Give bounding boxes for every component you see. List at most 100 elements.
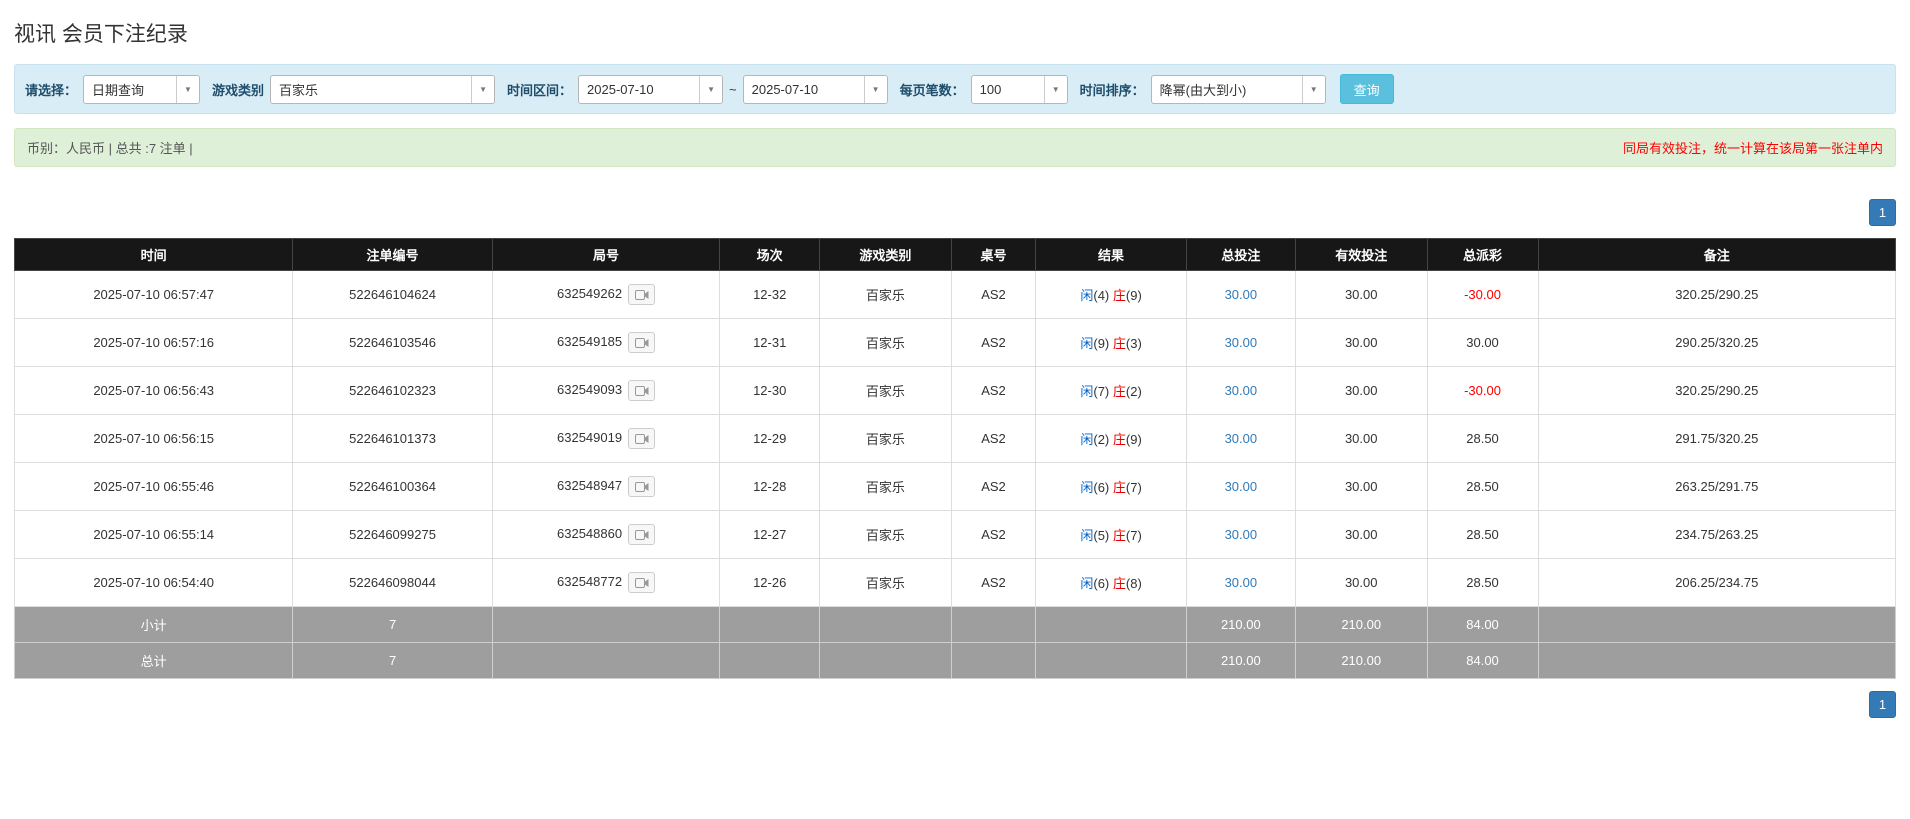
pagination-page-1[interactable]: 1 — [1869, 691, 1896, 718]
date-from-picker[interactable]: ▼ — [578, 75, 723, 104]
cell-session: 12-27 — [720, 511, 820, 559]
cell-game-type: 百家乐 — [820, 367, 952, 415]
chevron-down-icon[interactable]: ▼ — [1302, 76, 1325, 103]
cell-bet-id: 522646101373 — [293, 415, 492, 463]
column-header: 有效投注 — [1295, 239, 1427, 271]
cell-valid-bet: 30.00 — [1295, 415, 1427, 463]
cell-round-id: 632549185 — [492, 319, 720, 367]
total-bet-link[interactable]: 30.00 — [1225, 383, 1258, 398]
cell-total-bet: 30.00 — [1186, 511, 1295, 559]
filter-group-sort: 时间排序： ▼ — [1080, 75, 1326, 104]
cell-total-bet: 30.00 — [1186, 367, 1295, 415]
table-row: 2025-07-10 06:55:46522646100364632548947… — [15, 463, 1896, 511]
filter-bar: 请选择： ▼ 游戏类别 ▼ 时间区间： ▼ ~ ▼ — [14, 64, 1896, 114]
cell-time: 2025-07-10 06:55:14 — [15, 511, 293, 559]
video-icon — [635, 386, 649, 396]
column-header: 备注 — [1538, 239, 1895, 271]
page: 视讯 会员下注纪录 请选择： ▼ 游戏类别 ▼ 时间区间： ▼ ~ — [0, 0, 1910, 742]
total-bet-link[interactable]: 30.00 — [1225, 431, 1258, 446]
cell-table-no: AS2 — [951, 271, 1036, 319]
video-replay-button[interactable] — [628, 476, 655, 497]
result-player: 闲 — [1080, 576, 1093, 591]
game-type-label: 游戏类别 — [212, 80, 264, 99]
result-player-score: (5) — [1093, 528, 1109, 543]
video-replay-button[interactable] — [628, 572, 655, 593]
cell-valid-bet: 30.00 — [1295, 367, 1427, 415]
round-id: 632549185 — [557, 334, 622, 349]
query-type-input[interactable] — [84, 76, 176, 103]
total-bet-link[interactable]: 30.00 — [1225, 335, 1258, 350]
date-to-picker[interactable]: ▼ — [743, 75, 888, 104]
pagination-page-1[interactable]: 1 — [1869, 199, 1896, 226]
page-size-input[interactable] — [972, 76, 1044, 103]
subtotal-total-bet: 210.00 — [1186, 607, 1295, 643]
cell-game-type: 百家乐 — [820, 415, 952, 463]
cell-time: 2025-07-10 06:57:16 — [15, 319, 293, 367]
payout-value: 28.50 — [1466, 479, 1499, 494]
cell-payout: -30.00 — [1427, 367, 1538, 415]
sort-select[interactable]: ▼ — [1151, 75, 1326, 104]
chevron-down-icon[interactable]: ▼ — [471, 76, 494, 103]
search-button[interactable]: 查询 — [1340, 74, 1394, 104]
video-replay-button[interactable] — [628, 332, 655, 353]
table-body: 2025-07-10 06:57:47522646104624632549262… — [15, 271, 1896, 607]
chevron-down-icon[interactable]: ▼ — [176, 76, 199, 103]
video-replay-button[interactable] — [628, 524, 655, 545]
result-player-score: (2) — [1093, 432, 1109, 447]
result-banker: 庄 — [1113, 288, 1126, 303]
cell-round-id: 632548860 — [492, 511, 720, 559]
result-banker: 庄 — [1113, 432, 1126, 447]
cell-session: 12-31 — [720, 319, 820, 367]
total-bet-link[interactable]: 30.00 — [1225, 575, 1258, 590]
chevron-down-icon[interactable]: ▼ — [699, 76, 722, 103]
video-replay-button[interactable] — [628, 428, 655, 449]
cell-game-type: 百家乐 — [820, 559, 952, 607]
video-replay-button[interactable] — [628, 380, 655, 401]
total-bet-link[interactable]: 30.00 — [1225, 287, 1258, 302]
page-size-select[interactable]: ▼ — [971, 75, 1068, 104]
result-player-score: (6) — [1093, 576, 1109, 591]
game-type-select[interactable]: ▼ — [270, 75, 495, 104]
cell-result: 闲(6) 庄(7) — [1036, 463, 1186, 511]
cell-round-id: 632548947 — [492, 463, 720, 511]
video-icon — [635, 530, 649, 540]
result-player: 闲 — [1080, 336, 1093, 351]
cell-payout: 30.00 — [1427, 319, 1538, 367]
cell-table-no: AS2 — [951, 319, 1036, 367]
result-player-score: (6) — [1093, 480, 1109, 495]
result-player-score: (9) — [1093, 336, 1109, 351]
chevron-down-icon[interactable]: ▼ — [864, 76, 887, 103]
column-header: 游戏类别 — [820, 239, 952, 271]
total-bet-link[interactable]: 30.00 — [1225, 527, 1258, 542]
subtotal-row: 小计 7 210.00 210.00 84.00 — [15, 607, 1896, 643]
result-player: 闲 — [1080, 432, 1093, 447]
result-player: 闲 — [1080, 288, 1093, 303]
cell-round-id: 632549019 — [492, 415, 720, 463]
sort-input[interactable] — [1152, 76, 1302, 103]
cell-result: 闲(6) 庄(8) — [1036, 559, 1186, 607]
query-type-label: 请选择： — [25, 80, 77, 99]
video-icon — [635, 338, 649, 348]
round-id: 632548860 — [557, 526, 622, 541]
cell-total-bet: 30.00 — [1186, 319, 1295, 367]
table-row: 2025-07-10 06:55:14522646099275632548860… — [15, 511, 1896, 559]
pagination-top: 1 — [14, 199, 1896, 226]
query-type-select[interactable]: ▼ — [83, 75, 200, 104]
cell-note: 234.75/263.25 — [1538, 511, 1895, 559]
total-bet-link[interactable]: 30.00 — [1225, 479, 1258, 494]
column-header: 场次 — [720, 239, 820, 271]
cell-note: 290.25/320.25 — [1538, 319, 1895, 367]
round-id: 632549093 — [557, 382, 622, 397]
cell-game-type: 百家乐 — [820, 463, 952, 511]
game-type-input[interactable] — [271, 76, 471, 103]
video-replay-button[interactable] — [628, 284, 655, 305]
filter-group-game-type: 游戏类别 ▼ — [212, 75, 495, 104]
chevron-down-icon[interactable]: ▼ — [1044, 76, 1067, 103]
cell-time: 2025-07-10 06:56:15 — [15, 415, 293, 463]
round-id: 632549019 — [557, 430, 622, 445]
date-to-input[interactable] — [744, 76, 864, 103]
cell-valid-bet: 30.00 — [1295, 511, 1427, 559]
cell-payout: 28.50 — [1427, 511, 1538, 559]
column-header: 注单编号 — [293, 239, 492, 271]
date-from-input[interactable] — [579, 76, 699, 103]
